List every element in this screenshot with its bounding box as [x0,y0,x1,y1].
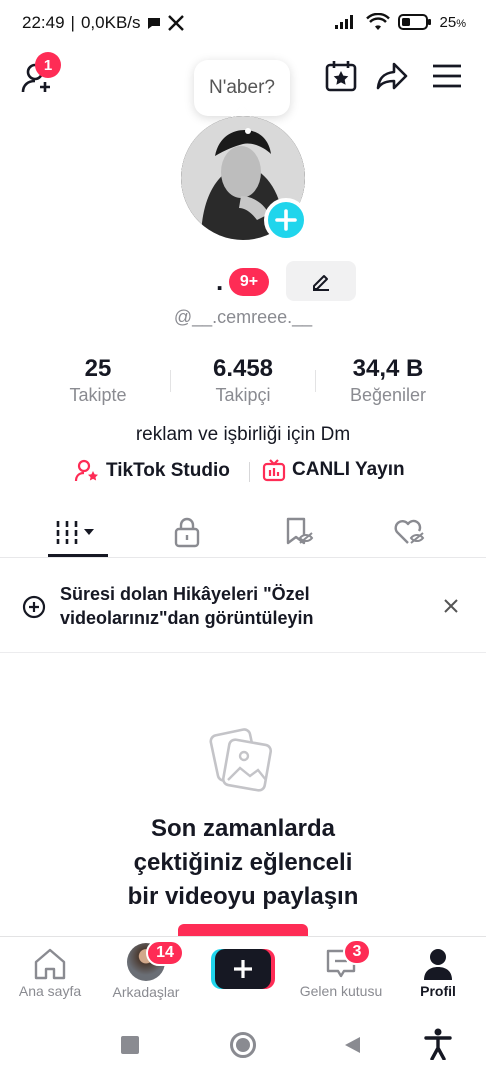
edit-profile-button[interactable] [286,261,356,301]
recents-button[interactable] [121,1036,139,1054]
banner-line-1: Süresi dolan Hikâyeleri "Özel [60,584,310,604]
menu-button[interactable] [427,56,467,96]
stat-followers[interactable]: 6.458 Takipçi [173,355,313,406]
empty-state-text: Son zamanlarda çektiğiniz eğlenceli bir … [0,812,486,914]
close-icon [444,599,458,613]
home-icon [34,948,66,980]
stat-following[interactable]: 25 Takipte [28,355,168,406]
battery-percent: 25 [439,13,457,31]
profile-icon [424,949,452,980]
tiktok-studio-label: TikTok Studio [106,460,230,481]
stat-label: Takipçi [215,385,271,405]
content-tabs [0,508,486,556]
accessibility-icon[interactable] [424,1028,452,1060]
inbox-badge: 3 [343,939,371,965]
name-badge: 9+ [229,268,269,296]
nav-home[interactable]: Ana sayfa [12,947,88,999]
stories-banner[interactable]: Süresi dolan Hikâyeleri "Özel videoların… [0,558,486,653]
tab-videos[interactable] [46,510,106,554]
empty-line-1: Son zamanlarda [150,815,336,842]
nav-friends-label: Arkadaşlar [112,984,180,1000]
notification-badge: 1 [35,52,61,78]
calendar-button[interactable] [321,56,361,96]
story-plus-icon [22,595,46,619]
banner-close-button[interactable] [438,593,464,619]
stat-label: Takipte [69,385,127,405]
battery-unit: % [456,17,466,30]
nav-inbox-label: Gelen kutusu [299,983,383,999]
nav-inbox[interactable]: Gelen kutusu [288,947,394,999]
share-icon [376,62,408,90]
tab-liked[interactable] [380,510,440,554]
system-nav-bar [0,1010,486,1080]
share-button[interactable] [372,56,412,96]
stat-value: 34,4 B [352,355,424,382]
clock: 22:49 [22,13,65,32]
live-link[interactable]: CANLI Yayın [262,458,405,482]
signal-icon [334,15,353,29]
bookmark-hidden-icon [286,517,314,545]
display-name: . [216,266,224,296]
stat-value: 25 [84,355,112,382]
back-icon[interactable] [342,1035,362,1055]
empty-line-2: çektiğiniz eğlenceli [133,849,353,876]
battery-icon [397,14,431,30]
stat-value: 6.458 [212,355,274,382]
nav-profile-label: Profil [420,983,456,999]
tab-private[interactable] [157,510,217,554]
tab-saved[interactable] [269,510,329,554]
photo-gallery-icon [209,728,273,792]
heart-hidden-icon [394,519,425,544]
x-logo-icon [167,15,184,31]
status-bar: 22:49 | 0,0KB/s 25% [22,13,466,32]
grid-dropdown-icon [56,521,94,544]
user-star-icon [74,459,98,482]
hamburger-icon [433,64,461,88]
empty-line-3: bir videoyu paylaşın [127,883,359,910]
nav-home-label: Ana sayfa [18,983,82,999]
network-speed: 0,0KB/s [80,13,141,32]
lock-icon [175,517,200,548]
note-bubble[interactable]: N'aber? [194,60,290,116]
nav-profile[interactable]: Profil [404,947,472,999]
wifi-icon [365,13,390,30]
message-icon [147,18,160,29]
add-story-button[interactable] [264,198,308,242]
tiktok-studio-link[interactable]: TikTok Studio [74,458,230,484]
username: @__.cemreee.__ [173,307,313,327]
create-button[interactable] [211,949,275,989]
plus-icon [275,209,297,231]
banner-line-2: videolarınız"dan görüntüleyin [60,608,314,628]
bio: reklam ve işbirliği için Dm [135,424,351,445]
home-system-button[interactable] [230,1032,256,1058]
stat-likes[interactable]: 34,4 B Beğeniler [318,355,458,406]
calendar-star-icon [325,61,357,92]
note-text: N'aber? [209,77,275,98]
stat-label: Beğeniler [349,385,427,405]
stats-row: 25 Takipte 6.458 Takipçi 34,4 B Beğenile… [28,355,458,406]
live-label: CANLI Yayın [292,459,405,480]
plus-icon [234,960,252,978]
pencil-icon [313,275,329,291]
friends-badge: 14 [146,940,184,966]
live-tv-icon [262,459,286,482]
upload-cta-button[interactable] [178,924,308,936]
bottom-nav: Ana sayfa Arkadaşlar 14 Gelen kutusu 3 P… [0,936,486,1010]
